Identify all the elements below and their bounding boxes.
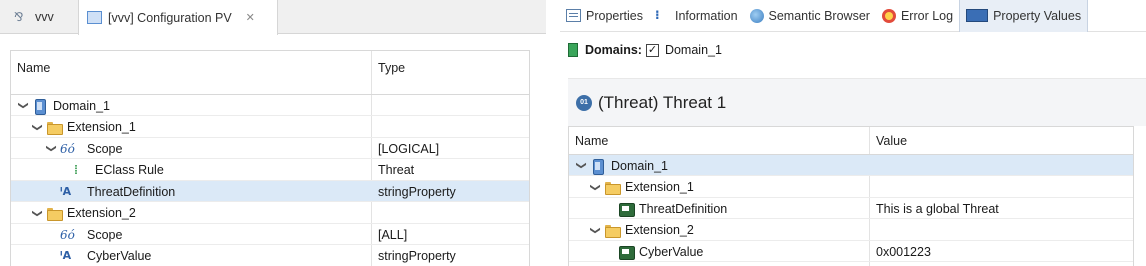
tab-configuration-pv[interactable]: [vvv] Configuration PV ✕ [78, 0, 278, 35]
folder-icon [46, 120, 63, 135]
row-type: [LOGICAL] [378, 141, 440, 156]
tree-row[interactable]: CyberValue 0x001223 [569, 241, 1133, 262]
view-tab-information[interactable]: ⁝ Information [649, 0, 744, 32]
row-name: EClass Rule [95, 163, 164, 177]
table-header: Name Type [11, 51, 529, 95]
property-values-tree-table: Name Value ❯ Domain_1 ❯ Extension_1 ThreatDe… [568, 126, 1134, 266]
close-icon[interactable]: ✕ [246, 11, 255, 24]
row-name: ThreatDefinition [87, 184, 176, 199]
threat-icon: 01 [576, 95, 592, 111]
tree-row[interactable]: ❯ Extension_1 [11, 117, 529, 138]
domains-label: Domains: [585, 43, 642, 57]
view-tab-label: Semantic Browser [768, 8, 870, 23]
expand-chevron-icon[interactable]: ❯ [32, 121, 43, 133]
expand-chevron-icon[interactable]: ❯ [590, 181, 601, 193]
configuration-tree-table: Name Type ❯ Domain_1 ❯ Extension_1 ❯ 6ó Scope[… [10, 50, 530, 266]
tree-row[interactable]: ❯ Extension_2 [569, 220, 1133, 241]
row-type: stringProperty [378, 249, 456, 263]
row-name: Extension_1 [625, 180, 694, 194]
folder-icon [46, 206, 63, 221]
row-type: stringProperty [378, 184, 456, 199]
threat-section-header: 01 (Threat) Threat 1 [568, 78, 1146, 126]
row-name: Extension_2 [625, 223, 694, 237]
column-header-value[interactable]: Value [876, 134, 907, 148]
column-header-type[interactable]: Type [378, 61, 405, 75]
view-tab-properties[interactable]: Properties [560, 0, 649, 32]
information-icon: ⁝ [654, 8, 660, 22]
tab-vvv[interactable]: ⅋ vvv [6, 0, 62, 34]
expand-chevron-icon[interactable]: ❯ [32, 207, 43, 219]
scope-icon: 6ó [60, 141, 75, 156]
row-value: 0x001223 [876, 244, 931, 259]
table-header: Name Value [569, 127, 1133, 155]
domain-checkbox[interactable]: ✓ [645, 43, 659, 57]
column-header-name[interactable]: Name [17, 61, 50, 75]
row-name: CyberValue [639, 244, 704, 259]
row-value: This is a global Threat [876, 201, 999, 216]
row-name: Extension_1 [67, 120, 136, 134]
tab-label: vvv [35, 10, 54, 24]
tree-row[interactable]: ❯ Domain_1 [11, 95, 529, 116]
expand-chevron-icon[interactable]: ❯ [18, 100, 29, 112]
expand-chevron-icon[interactable]: ❯ [590, 224, 601, 236]
view-tab-label: Error Log [900, 8, 954, 23]
properties-icon [566, 9, 581, 22]
view-tab-label: Information [674, 8, 738, 23]
tree-row[interactable]: 6ó Scope [ALL] [11, 224, 529, 245]
domain-checkbox-label: Domain_1 [664, 43, 722, 57]
expand-chevron-icon[interactable]: ❯ [46, 143, 57, 155]
attribute-icon: ᴵA [60, 184, 72, 198]
section-title: (Threat) Threat 1 [598, 93, 727, 112]
tree-row[interactable]: ᴵA ThreatDefinition stringProperty [11, 181, 529, 202]
rule-icon: ⁞ [74, 163, 78, 177]
folder-icon [604, 180, 621, 195]
domain-icon [590, 158, 606, 175]
attribute-icon: ᴵA [60, 249, 72, 262]
folder-icon [604, 223, 621, 238]
row-name: ThreatDefinition [639, 201, 728, 216]
editor-tab-bar: ⅋ vvv [vvv] Configuration PV ✕ [0, 0, 546, 35]
tree-row[interactable]: ThreatDefinition This is a global Threat [569, 198, 1133, 219]
property-values-view: Properties ⁝ Information Semantic Browser Er… [560, 0, 1146, 266]
domains-icon [568, 43, 578, 57]
tree-row[interactable]: ❯ Extension_1 [569, 177, 1133, 198]
tree-row[interactable]: ❯ Domain_1 [569, 155, 1133, 176]
row-type: Threat [378, 163, 415, 177]
row-type: [ALL] [378, 227, 408, 242]
project-icon: ⅋ [14, 9, 24, 24]
scope-icon: 6ó [60, 227, 75, 242]
tree-row[interactable]: ❯ Extension_2 [11, 203, 529, 224]
tree-row[interactable]: ᴵA CyberValue stringProperty [11, 246, 529, 266]
configuration-icon [87, 11, 102, 24]
view-tab-semantic-browser[interactable]: Semantic Browser [744, 0, 876, 32]
view-tab-error-log[interactable]: Error Log [876, 0, 959, 32]
view-tab-label: Properties [586, 8, 643, 23]
row-name: CyberValue [87, 249, 152, 263]
value-icon [618, 245, 635, 260]
tree-row[interactable]: ⁞ EClass Rule Threat [11, 160, 529, 181]
domain-icon [32, 98, 48, 115]
semantic-browser-icon [749, 8, 764, 23]
column-header-name[interactable]: Name [575, 134, 608, 148]
error-log-icon [881, 8, 896, 23]
row-name: Domain_1 [611, 158, 668, 173]
tab-label: [vvv] Configuration PV [108, 10, 232, 25]
configuration-pv-editor: ⅋ vvv [vvv] Configuration PV ✕ Name Type… [0, 0, 546, 266]
row-name: Scope [87, 227, 123, 242]
view-tab-property-values[interactable]: Property Values [959, 0, 1089, 32]
row-name: Extension_2 [67, 206, 136, 220]
row-name: Scope [87, 141, 123, 156]
view-tab-label: Property Values [993, 8, 1082, 23]
row-name: Domain_1 [53, 98, 110, 113]
tree-row[interactable]: ❯ 6ó Scope [LOGICAL] [11, 138, 529, 159]
view-tab-bar: Properties ⁝ Information Semantic Browser Er… [560, 0, 1146, 32]
value-icon [618, 202, 635, 217]
property-values-icon [966, 9, 989, 22]
domains-filter: Domains: ✓ Domain_1 [568, 40, 722, 60]
expand-chevron-icon[interactable]: ❯ [576, 160, 587, 172]
